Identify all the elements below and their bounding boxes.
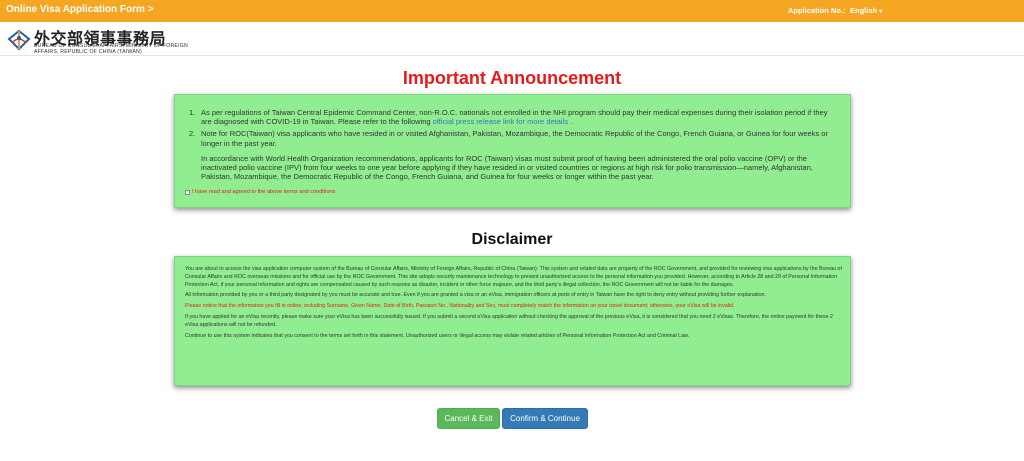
language-label: English (850, 6, 878, 15)
announcement-item: 2. Note for ROC(Taiwan) visa applicants … (187, 129, 837, 181)
chevron-down-icon: ▾ (879, 9, 883, 15)
agree-checkbox[interactable] (185, 189, 190, 195)
item-number: 2. (189, 129, 196, 139)
cancel-exit-button[interactable]: Cancel & Exit (437, 408, 500, 429)
confirm-continue-button[interactable]: Confirm & Continue (502, 408, 588, 429)
announcement-item: 1. As per regulations of Taiwan Central … (187, 108, 837, 126)
disclaimer-paragraph: Continue to use this system indicates th… (185, 332, 690, 339)
form-title: Online Visa Application Form > (6, 4, 154, 15)
item-number: 1. (189, 108, 196, 117)
brand-header: 外交部領事事務局 BUREAU OF CONSULAR AFFAIRS, MIN… (0, 22, 1024, 56)
disclaimer-text: You are about to access the visa applica… (185, 266, 845, 343)
announcement-title: Important Announcement (402, 68, 622, 88)
disclaimer-paragraph: All information provided by you or a thi… (185, 292, 766, 299)
press-release-link[interactable]: official press release link for more det… (433, 117, 568, 126)
agree-terms-row[interactable]: I have read and agreed to the above term… (185, 189, 335, 195)
language-selector[interactable]: English ▾ (850, 6, 882, 15)
bureau-name-english-line2: AFFAIRS, REPUBLIC OF CHINA (TAIWAN) (34, 48, 142, 55)
disclaimer-title: Disclaimer (471, 231, 553, 248)
top-header-bar: Online Visa Application Form > Applicati… (0, 0, 1024, 22)
announcement-text-end: . (568, 117, 573, 127)
agree-label: I have read and agreed to the above term… (192, 189, 336, 195)
disclaimer-paragraph: You are about to access the visa applica… (185, 266, 842, 288)
announcement-list: 1. As per regulations of Taiwan Central … (187, 108, 837, 184)
announcement-text-detail: In accordance with World Health Organiza… (201, 153, 813, 182)
announcement-text: Note for ROC(Taiwan) visa applicants who… (201, 129, 828, 148)
disclaimer-panel: You are about to access the visa applica… (174, 256, 851, 386)
disclaimer-paragraph: If you have applied for an eVisa recentl… (185, 313, 833, 328)
application-no-label: Application No.: (788, 6, 846, 15)
announcement-panel: 1. As per regulations of Taiwan Central … (174, 94, 851, 208)
ministry-logo-icon[interactable] (6, 25, 32, 53)
disclaimer-warning: Please notice that the information you f… (185, 303, 735, 310)
